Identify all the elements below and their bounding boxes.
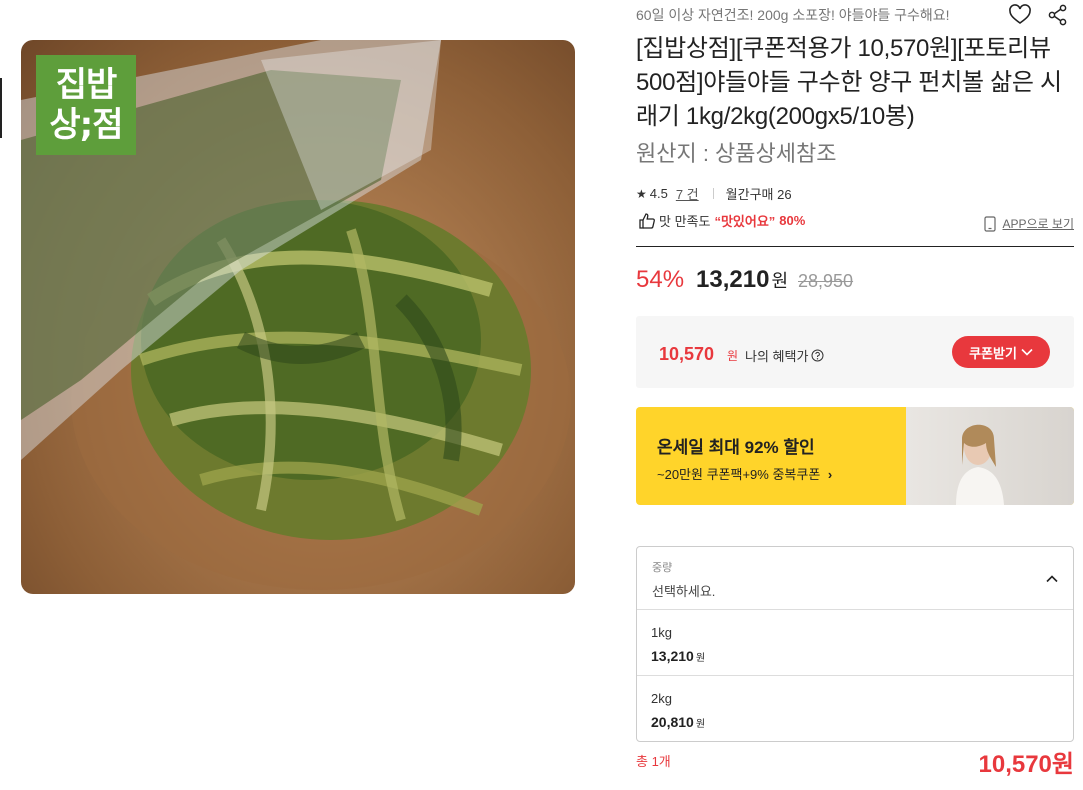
total-price: 10,570원 [978,751,1075,778]
chevron-down-icon [1021,348,1033,356]
total-quantity: 총 1개 [636,754,671,769]
coupon-button-label: 쿠폰받기 [969,345,1017,361]
option-price: 20,810 원 [651,714,705,730]
option-placeholder: 선택하세요. [652,584,716,599]
original-price: 28,950 [798,271,854,291]
product-subtitle: 60일 이상 자연건조! 200g 소포장! 야들야들 구수해요! [636,7,950,23]
banner-model-photo [906,407,1074,505]
total-row: 총 1개 10,570원 [636,744,1074,778]
star-icon: ★ [636,186,647,201]
product-title: [집밥상점][쿠폰적용가 10,570원][포토리뷰 500점]야들야들 구수한… [636,35,1062,130]
banner-subtitle-text: ~20만원 쿠폰팩+9% 중복쿠폰 [657,467,821,482]
thumbs-up-icon [639,212,655,229]
sale-banner[interactable]: 온세일 최대 92% 할인 ~20만원 쿠폰팩+9% 중복쿠폰 › [636,407,1074,505]
banner-subtitle: ~20만원 쿠폰팩+9% 중복쿠폰 › [657,464,832,483]
chevron-right-icon: › [827,467,833,482]
help-icon[interactable] [811,349,824,362]
option-name: 2kg [651,691,672,706]
option-item[interactable]: 1kg 13,210 원 [637,610,1073,676]
brand-logo: 집밥 상;점 [36,55,136,155]
share-icon[interactable] [1046,3,1070,27]
mobile-phone-icon [984,215,997,232]
benefit-price-unit: 원 [727,349,739,363]
heart-icon[interactable] [1008,3,1032,27]
rating-row: ★ 4.5 7 건 월간구매 26 [636,184,792,203]
banner-title: 온세일 최대 92% 할인 [657,438,815,457]
monthly-purchases: 월간구매 26 [725,187,792,202]
brand-logo-line2: 상;점 [49,105,123,145]
option-dropdown[interactable]: 중량 선택하세요. [637,547,1073,610]
rating-score: 4.5 [649,186,668,201]
option-label: 중량 [652,562,673,574]
option-price: 13,210 원 [651,648,705,664]
benefit-price: 10,570 [659,344,715,364]
discount-rate: 54% [636,266,685,293]
product-origin: 원산지 : 상품상세참조 [636,141,837,166]
option-selector: 중량 선택하세요. 1kg 13,210 원 2kg 20,810 원 [636,546,1074,742]
left-edge-line [0,78,2,138]
benefit-price-box: 10,570 원 나의 혜택가 쿠폰받기 [636,316,1074,388]
divider [636,246,1074,247]
rating-separator [712,188,714,199]
option-price-unit: 원 [695,653,706,664]
taste-prefix: 맛 만족도 [659,214,711,229]
app-view-label: APP으로 보기 [1002,217,1074,231]
review-count-link[interactable]: 7 건 [676,184,699,203]
taste-percent: 80% [779,213,806,228]
option-price-value: 13,210 [651,648,694,664]
option-item[interactable]: 2kg 20,810 원 [637,676,1073,742]
benefit-label[interactable]: 나의 혜택가 [745,346,824,365]
taste-label: “맛있어요” [714,214,776,229]
brand-logo-line1: 집밥 [55,65,118,105]
taste-satisfaction: 맛 만족도 “맛있어요” 80% [638,211,805,230]
get-coupon-button[interactable]: 쿠폰받기 [952,336,1050,368]
chevron-up-icon [1046,575,1058,583]
option-name: 1kg [651,625,672,640]
product-image[interactable]: 집밥 상;점 [21,40,575,594]
benefit-label-text: 나의 혜택가 [745,349,809,364]
price-row: 54% 13,210 원 28,950 [636,266,853,294]
app-view-link[interactable]: APP으로 보기 [984,215,1074,232]
option-price-unit: 원 [695,719,706,730]
sale-price: 13,210 [696,266,770,293]
model-illustration [956,424,1004,505]
option-price-value: 20,810 [651,714,694,730]
sale-price-unit: 원 [771,271,789,291]
